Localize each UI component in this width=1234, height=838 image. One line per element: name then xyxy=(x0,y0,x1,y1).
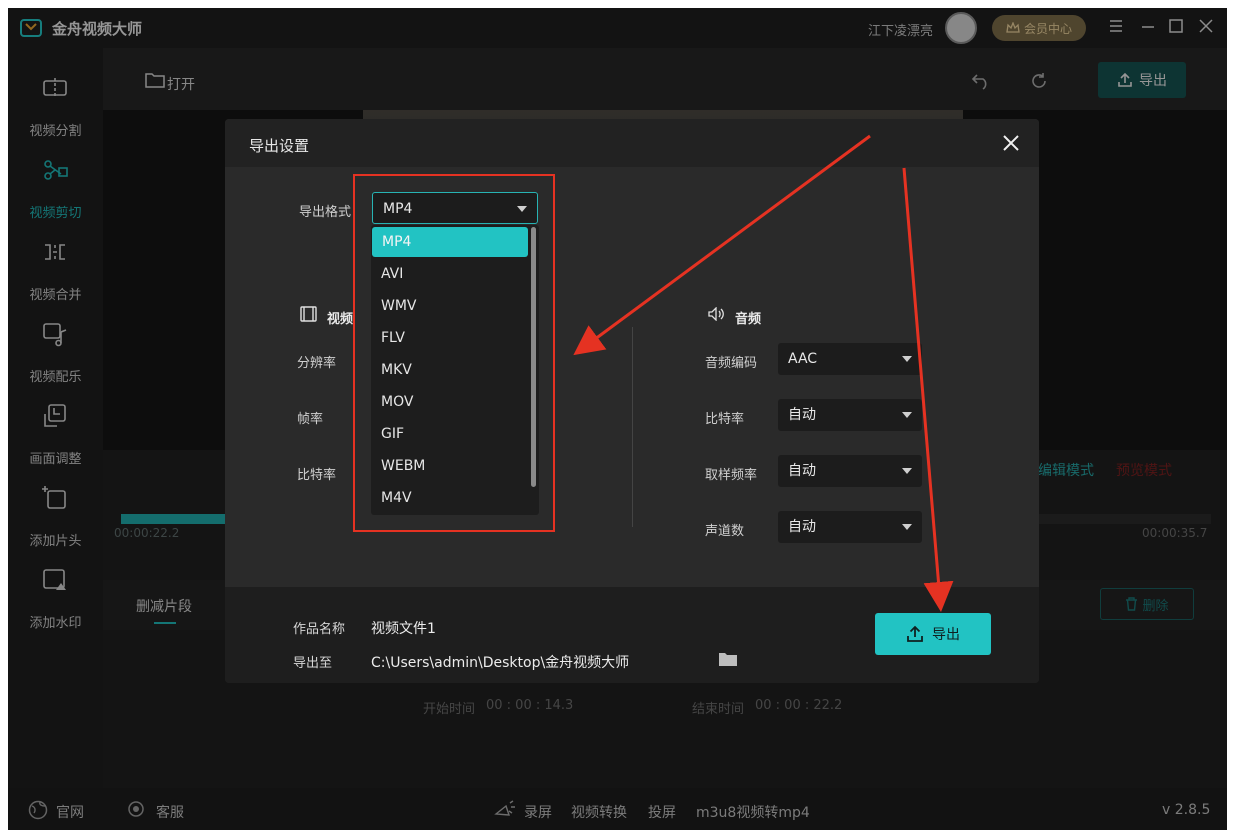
video-bitrate-label: 比特率 xyxy=(297,468,337,483)
audio-bitrate-select[interactable]: 自动 xyxy=(778,399,922,431)
close-icon[interactable] xyxy=(1001,133,1021,153)
audio-codec-value: AAC xyxy=(788,351,818,367)
work-name-label: 作品名称 xyxy=(293,622,346,637)
format-label: 导出格式 xyxy=(299,205,352,220)
work-name-input[interactable]: 视频文件1 xyxy=(371,618,436,638)
sample-rate-value: 自动 xyxy=(788,463,816,479)
speaker-icon xyxy=(708,307,724,321)
dialog-header: 导出设置 xyxy=(225,119,1039,167)
dialog-footer: 作品名称 视频文件1 导出至 C:\Users\admin\Desktop\金舟… xyxy=(225,587,1039,683)
resolution-label: 分辨率 xyxy=(297,356,337,371)
audio-bitrate-label: 比特率 xyxy=(705,412,745,427)
channels-label: 声道数 xyxy=(705,524,745,539)
dialog-title: 导出设置 xyxy=(249,137,310,155)
audio-codec-select[interactable]: AAC xyxy=(778,343,922,375)
video-section-title: 视频 xyxy=(327,312,354,327)
film-icon xyxy=(300,306,317,322)
annotation-highlight-box xyxy=(353,174,555,532)
audio-bitrate-value: 自动 xyxy=(788,407,816,423)
export-button[interactable]: 导出 xyxy=(875,613,991,655)
framerate-label: 帧率 xyxy=(297,412,324,427)
export-dialog: 导出设置 导出格式 MP4 视频 分辨率 帧率 比特率 音频 音频编码 AAC … xyxy=(225,119,1039,683)
export-button-label: 导出 xyxy=(932,627,960,643)
export-path-label: 导出至 xyxy=(293,656,333,671)
chevron-down-icon xyxy=(902,524,912,530)
sample-rate-label: 取样频率 xyxy=(705,468,758,483)
channels-select[interactable]: 自动 xyxy=(778,511,922,543)
audio-codec-label: 音频编码 xyxy=(705,356,758,371)
chevron-down-icon xyxy=(902,356,912,362)
audio-section-title: 音频 xyxy=(735,312,762,327)
app-window: 金舟视频大师 江下凌漂亮 会员中心 视频分割 视频剪切 视频合并 视频配乐 画面… xyxy=(8,8,1227,830)
chevron-down-icon xyxy=(902,412,912,418)
chevron-down-icon xyxy=(902,468,912,474)
channels-value: 自动 xyxy=(788,519,816,535)
export-path-value: C:\Users\admin\Desktop\金舟视频大师 xyxy=(371,655,630,671)
section-divider xyxy=(632,327,633,527)
sample-rate-select[interactable]: 自动 xyxy=(778,455,922,487)
folder-icon[interactable] xyxy=(718,651,738,667)
upload-icon xyxy=(907,625,923,642)
